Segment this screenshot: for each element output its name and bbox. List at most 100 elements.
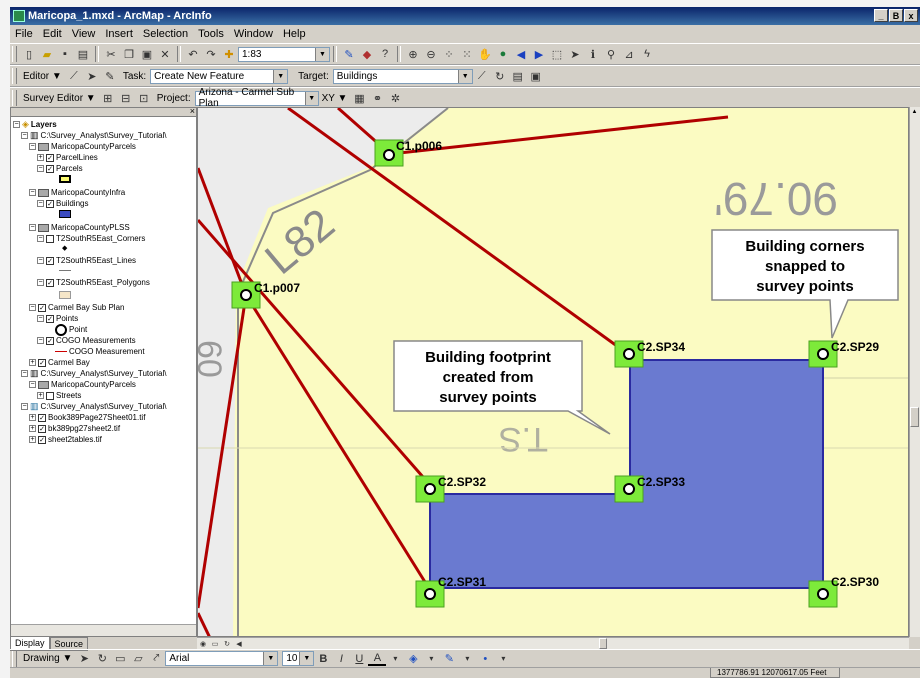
sketch-tool-icon[interactable]: ✎ bbox=[101, 67, 119, 85]
tree-row[interactable]: − T2SouthR5East_Corners bbox=[37, 233, 145, 244]
editor-menu[interactable]: Editor ▼ bbox=[20, 71, 65, 82]
survey-explorer-icon[interactable]: ⊞ bbox=[99, 89, 117, 107]
marker-color-icon[interactable]: • bbox=[476, 650, 494, 668]
survey-project-icon[interactable]: ⊡ bbox=[135, 89, 153, 107]
tree-row[interactable]: − MaricopaCountyParcels bbox=[29, 379, 136, 390]
layer-checkbox[interactable]: ✓ bbox=[38, 435, 46, 444]
expand-icon[interactable]: + bbox=[29, 414, 36, 421]
split-tool-icon[interactable]: ⟋ bbox=[473, 67, 491, 85]
pointer-icon[interactable]: ➤ bbox=[83, 67, 101, 85]
drawing-menu[interactable]: Drawing ▼ bbox=[20, 653, 75, 664]
attributes-icon[interactable]: ▤ bbox=[509, 67, 527, 85]
survey-point-marker[interactable] bbox=[424, 588, 436, 600]
italic-button[interactable]: I bbox=[332, 650, 350, 668]
layer-checkbox[interactable]: ✓ bbox=[46, 199, 54, 208]
rotate-tool-icon[interactable]: ↻ bbox=[491, 67, 509, 85]
tree-row[interactable]: + ✓ Book389Page27Sheet01.tif bbox=[29, 412, 145, 423]
menu-tools[interactable]: Tools bbox=[193, 28, 229, 40]
save-icon[interactable]: ▪ bbox=[56, 45, 74, 63]
collapse-icon[interactable]: − bbox=[29, 381, 36, 388]
zoom-out-icon[interactable]: ⊖ bbox=[422, 45, 440, 63]
delete-icon[interactable]: ✕ bbox=[156, 45, 174, 63]
chevron-down-icon[interactable]: ▼ bbox=[273, 69, 288, 83]
layer-checkbox[interactable]: ✓ bbox=[38, 413, 46, 422]
tree-row[interactable]: − MaricopaCountyParcels bbox=[29, 141, 136, 152]
tree-row[interactable]: + ✓ bk389pg27sheet2.tif bbox=[29, 423, 120, 434]
layout-view-icon[interactable]: ▭ bbox=[209, 638, 221, 649]
full-extent-icon[interactable]: ● bbox=[494, 45, 512, 63]
font-color-button[interactable]: A bbox=[368, 652, 387, 666]
whats-this-icon[interactable]: ? bbox=[376, 45, 394, 63]
tree-row[interactable]: − ▥ C:\Survey_Analyst\Survey_Tutorial\ bbox=[21, 368, 167, 379]
layer-checkbox[interactable]: ✓ bbox=[46, 256, 54, 265]
tree-row[interactable]: + ✓ Carmel Bay bbox=[29, 357, 90, 368]
layer-checkbox[interactable] bbox=[46, 234, 54, 243]
expand-icon[interactable]: + bbox=[37, 392, 44, 399]
fixed-zoom-out-icon[interactable]: ⁙ bbox=[458, 45, 476, 63]
expand-icon[interactable]: + bbox=[29, 436, 36, 443]
collapse-icon[interactable]: − bbox=[37, 257, 44, 264]
scroll-up-icon[interactable]: ▲ bbox=[910, 107, 919, 118]
menu-selection[interactable]: Selection bbox=[138, 28, 193, 40]
survey-point-marker[interactable] bbox=[817, 588, 829, 600]
font-combo[interactable]: Arial ▼ bbox=[165, 651, 279, 666]
survey-grid-icon[interactable]: ▦ bbox=[350, 89, 368, 107]
measure-icon[interactable]: ⊿ bbox=[620, 45, 638, 63]
toc-horizontal-scrollbar[interactable] bbox=[11, 624, 196, 636]
survey-point-marker[interactable] bbox=[424, 483, 436, 495]
tree-row[interactable]: − MaricopaCountyInfra bbox=[29, 187, 125, 198]
collapse-icon[interactable]: − bbox=[13, 121, 20, 128]
menu-insert[interactable]: Insert bbox=[100, 28, 138, 40]
underline-button[interactable]: U bbox=[350, 650, 368, 668]
collapse-icon[interactable]: − bbox=[21, 370, 28, 377]
close-button[interactable]: x bbox=[904, 9, 918, 22]
data-view-icon[interactable]: ◉ bbox=[197, 638, 209, 649]
layer-checkbox[interactable]: ✓ bbox=[46, 314, 54, 323]
fill-color-dropdown-icon[interactable]: ▾ bbox=[422, 650, 440, 668]
select-elements-icon[interactable]: ➤ bbox=[75, 650, 93, 668]
collapse-icon[interactable]: − bbox=[37, 337, 44, 344]
survey-network-icon[interactable]: ✲ bbox=[386, 89, 404, 107]
print-icon[interactable]: ▤ bbox=[74, 45, 92, 63]
menu-view[interactable]: View bbox=[67, 28, 101, 40]
menu-edit[interactable]: Edit bbox=[38, 28, 67, 40]
forward-extent-icon[interactable]: ▶ bbox=[530, 45, 548, 63]
undo-icon[interactable]: ↶ bbox=[184, 45, 202, 63]
collapse-icon[interactable]: − bbox=[29, 304, 36, 311]
pan-icon[interactable]: ✋ bbox=[476, 45, 494, 63]
collapse-icon[interactable]: − bbox=[21, 132, 28, 139]
tree-row[interactable]: − ✓ T2SouthR5East_Polygons bbox=[37, 277, 150, 288]
tree-row[interactable]: − ◈ Layers bbox=[13, 119, 57, 130]
scroll-left-icon[interactable]: ◀ bbox=[233, 638, 245, 649]
task-combo[interactable]: Create New Feature ▼ bbox=[150, 68, 289, 84]
collapse-icon[interactable]: − bbox=[29, 189, 36, 196]
tree-row[interactable]: − ▥ C:\Survey_Analyst\Survey_Tutorial\ bbox=[21, 130, 167, 141]
marker-color-dropdown-icon[interactable]: ▾ bbox=[494, 650, 512, 668]
edit-tool-icon[interactable]: ⟋ bbox=[65, 67, 83, 85]
tree-row[interactable]: − MaricopaCountyPLSS bbox=[29, 222, 130, 233]
expand-icon[interactable]: + bbox=[37, 154, 44, 161]
new-document-icon[interactable]: ▯ bbox=[20, 45, 38, 63]
chevron-down-icon[interactable]: ▼ bbox=[457, 69, 472, 83]
survey-point-marker[interactable] bbox=[383, 149, 395, 161]
chevron-down-icon[interactable]: ▼ bbox=[315, 47, 329, 61]
tree-row[interactable]: − ✓ Carmel Bay Sub Plan bbox=[29, 302, 124, 313]
restore-button[interactable]: B bbox=[889, 9, 903, 22]
tree-row[interactable]: − ✓ T2SouthR5East_Lines bbox=[37, 255, 136, 266]
survey-link-icon[interactable]: ⚭ bbox=[368, 89, 386, 107]
close-icon[interactable]: × bbox=[190, 108, 195, 116]
refresh-icon[interactable]: ↻ bbox=[221, 638, 233, 649]
minimize-button[interactable]: _ bbox=[874, 9, 888, 22]
survey-point-marker[interactable] bbox=[240, 289, 252, 301]
toolbar-grip[interactable] bbox=[12, 90, 17, 106]
project-combo[interactable]: Arizona - Carmel Sub Plan ▼ bbox=[194, 87, 319, 109]
find-icon[interactable]: ⚲ bbox=[602, 45, 620, 63]
add-data-icon[interactable]: ✚ bbox=[220, 45, 238, 63]
map-horizontal-scrollbar[interactable]: ◉ ▭ ↻ ◀ bbox=[197, 637, 909, 649]
map-vertical-scrollbar[interactable]: ▲ bbox=[909, 107, 920, 637]
chevron-down-icon[interactable]: ▼ bbox=[304, 91, 318, 105]
menu-window[interactable]: Window bbox=[229, 28, 278, 40]
fixed-zoom-in-icon[interactable]: ⁘ bbox=[440, 45, 458, 63]
tree-row[interactable]: − ✓ Points bbox=[37, 313, 78, 324]
tree-row[interactable]: − ▥ C:\Survey_Analyst\Survey_Tutorial\ bbox=[21, 401, 167, 412]
